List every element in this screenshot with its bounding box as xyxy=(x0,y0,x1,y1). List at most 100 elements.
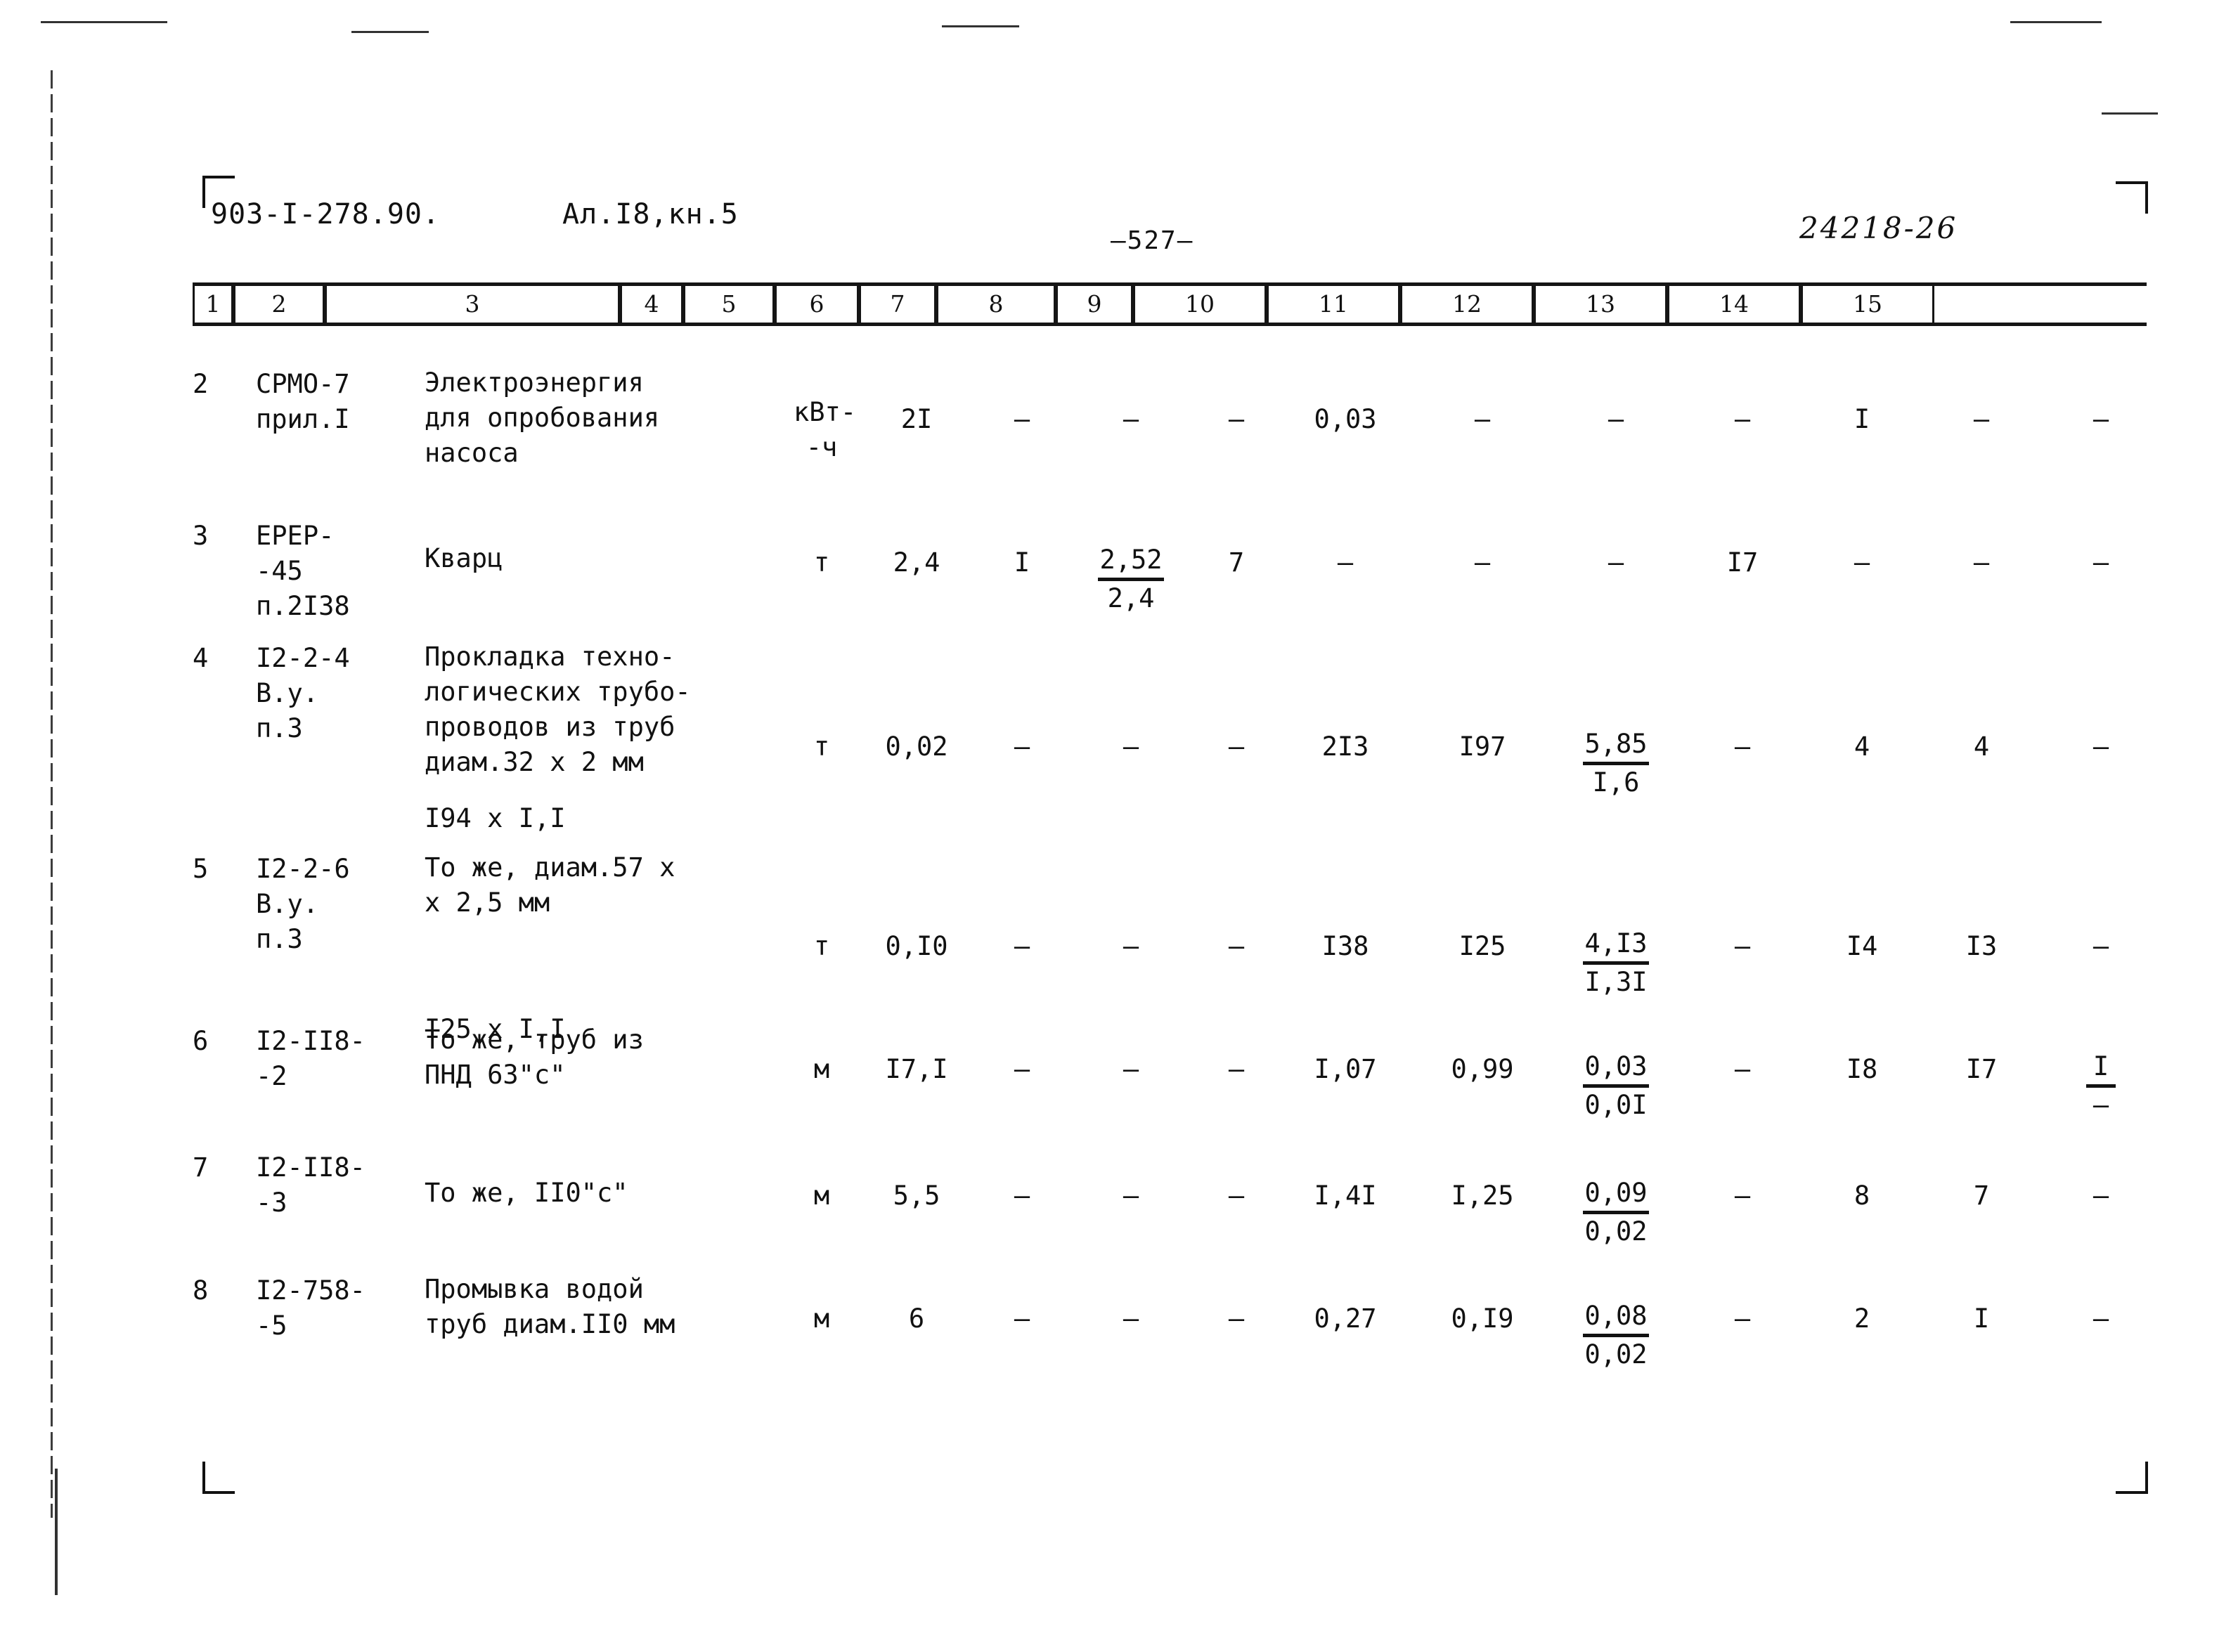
work-description: Прокладка техно- логических трубо- прово… xyxy=(425,642,691,777)
value-col-11-denominator: 0,02 xyxy=(1584,1339,1648,1370)
value-col-14: 4 xyxy=(1973,731,1990,762)
table-row: 2 СРМО-7 прил.I Электроэнергия для опробов… xyxy=(193,351,2154,468)
row-number: 2 xyxy=(193,369,209,399)
value-col-13: 2 xyxy=(1854,1303,1870,1334)
value-col-11: 0,08 0,02 xyxy=(1563,1299,1669,1372)
value-col-10: – xyxy=(1474,547,1491,578)
work-description: Промывка водой труб диам.II0 мм xyxy=(425,1274,675,1339)
value-col-5: 0,02 xyxy=(885,731,948,762)
value-col-10: I97 xyxy=(1458,731,1506,762)
value-col-14: – xyxy=(1973,404,1990,434)
column-number-band: 1 2 3 4 5 6 7 8 9 10 11 12 13 14 15 xyxy=(193,282,2147,326)
value-col-9: 0,27 xyxy=(1314,1303,1377,1334)
value-col-11-numerator: 0,08 xyxy=(1583,1299,1649,1337)
value-col-11: 0,03 0,0I xyxy=(1563,1049,1669,1123)
value-col-11-numerator: 0,03 xyxy=(1583,1049,1649,1088)
value-col-11-numerator: 5,85 xyxy=(1583,727,1649,765)
value-col-10: – xyxy=(1474,404,1491,434)
scan-tick-mark xyxy=(2102,112,2158,115)
crop-mark-bottom-left xyxy=(202,1462,235,1494)
value-col-12: – xyxy=(1734,1181,1751,1211)
value-col-14: 7 xyxy=(1973,1181,1990,1211)
value-col-11: 5,85 I,6 xyxy=(1563,727,1669,800)
document-code: 903-I-278.90. xyxy=(211,198,441,230)
value-col-12: I7 xyxy=(1726,547,1759,578)
column-header-5: 5 xyxy=(683,286,775,323)
column-header-10: 10 xyxy=(1133,286,1267,323)
scan-tick-mark xyxy=(41,21,167,23)
value-col-11-numerator: 4,I3 xyxy=(1583,926,1649,965)
value-col-6: – xyxy=(1014,1181,1030,1211)
value-col-12: – xyxy=(1734,404,1751,434)
work-description: То же, труб из ПНД 63"с" xyxy=(425,1025,644,1090)
column-header-14: 14 xyxy=(1667,286,1801,323)
table-row: 8 I2-758- -5 Промывка водой труб диам.II0 … xyxy=(193,1258,2154,1370)
value-col-11-denominator: 0,02 xyxy=(1584,1216,1648,1247)
value-col-13: I xyxy=(1854,404,1870,434)
crop-mark-bottom-right xyxy=(2116,1462,2148,1494)
work-description: Кварц xyxy=(425,543,503,573)
column-header-11: 11 xyxy=(1267,286,1400,323)
value-col-7: 2,52 2,4 xyxy=(1082,542,1180,616)
scan-tick-mark xyxy=(55,1469,58,1595)
value-col-9: 0,03 xyxy=(1314,404,1377,434)
value-col-8: – xyxy=(1228,931,1245,961)
value-col-15: – xyxy=(2093,404,2109,434)
work-description: То же, диам.57 х х 2,5 мм xyxy=(425,852,675,918)
unit-of-measure: м xyxy=(813,1303,830,1334)
column-header-13: 13 xyxy=(1534,286,1667,323)
value-col-6: I xyxy=(1014,547,1030,578)
value-col-7: – xyxy=(1123,731,1139,762)
table-row: 3 ЕРЕР- -45 п.2I38 Кварц т 2,4 I 2,52 2,4 7– – – I7… xyxy=(193,505,2154,621)
unit-of-measure: т xyxy=(813,931,830,961)
unit-of-measure: т xyxy=(813,547,830,578)
value-col-7-denominator: 2,4 xyxy=(1107,583,1155,613)
value-col-14: I7 xyxy=(1965,1054,1998,1084)
table-row: 4 I2-2-4 В.у. п.3 Прокладка техно- логичес… xyxy=(193,625,2154,833)
column-header-2: 2 xyxy=(233,286,325,323)
scan-tick-mark xyxy=(2010,21,2102,23)
unit-of-measure: м xyxy=(813,1054,830,1084)
value-col-11: – xyxy=(1608,547,1624,578)
column-header-8: 8 xyxy=(936,286,1056,323)
norm-code: I2-II8- -3 xyxy=(256,1152,366,1218)
row-number: 6 xyxy=(193,1026,209,1056)
unit-of-measure: т xyxy=(813,731,830,762)
value-col-9: 2I3 xyxy=(1321,731,1369,762)
value-col-7: – xyxy=(1123,1181,1139,1211)
value-col-7: – xyxy=(1123,931,1139,961)
row-number: 4 xyxy=(193,643,209,673)
value-col-11-denominator: 0,0I xyxy=(1584,1090,1648,1120)
value-col-14: I xyxy=(1973,1303,1990,1334)
value-col-11: 4,I3 I,3I xyxy=(1563,926,1669,1000)
value-col-13: I4 xyxy=(1846,931,1878,961)
value-col-11-numerator: 0,09 xyxy=(1583,1176,1649,1214)
value-col-5: 6 xyxy=(908,1303,925,1334)
table-row: 6 I2-II8- -2 То же, труб из ПНД 63"с" м I7,I… xyxy=(193,1008,2154,1120)
value-col-6: – xyxy=(1014,1303,1030,1334)
column-header-9: 9 xyxy=(1056,286,1133,323)
album-reference: Ал.I8,кн.5 xyxy=(562,198,739,230)
value-col-8: 7 xyxy=(1228,547,1245,578)
value-col-5: I7,I xyxy=(885,1054,948,1084)
value-col-15: – xyxy=(2093,1303,2109,1334)
value-col-14: – xyxy=(1973,547,1990,578)
value-col-10: I25 xyxy=(1458,931,1506,961)
value-col-12: – xyxy=(1734,1303,1751,1334)
value-col-11-denominator: I,6 xyxy=(1592,767,1640,798)
value-col-5: 0,I0 xyxy=(885,931,948,961)
scan-tick-mark xyxy=(942,25,1019,27)
value-col-5: 2,4 xyxy=(893,547,940,578)
value-col-6: – xyxy=(1014,931,1030,961)
value-col-7-numerator: 2,52 xyxy=(1098,542,1164,581)
column-header-15: 15 xyxy=(1801,286,1934,323)
value-col-9: I,07 xyxy=(1314,1054,1377,1084)
value-col-7: – xyxy=(1123,404,1139,434)
unit-of-measure: м xyxy=(813,1181,830,1211)
value-col-14: I3 xyxy=(1965,931,1998,961)
row-number: 3 xyxy=(193,521,209,551)
column-header-1: 1 xyxy=(193,286,233,323)
value-col-15: – xyxy=(2093,931,2109,961)
value-col-12: – xyxy=(1734,1054,1751,1084)
value-col-13: I8 xyxy=(1846,1054,1878,1084)
